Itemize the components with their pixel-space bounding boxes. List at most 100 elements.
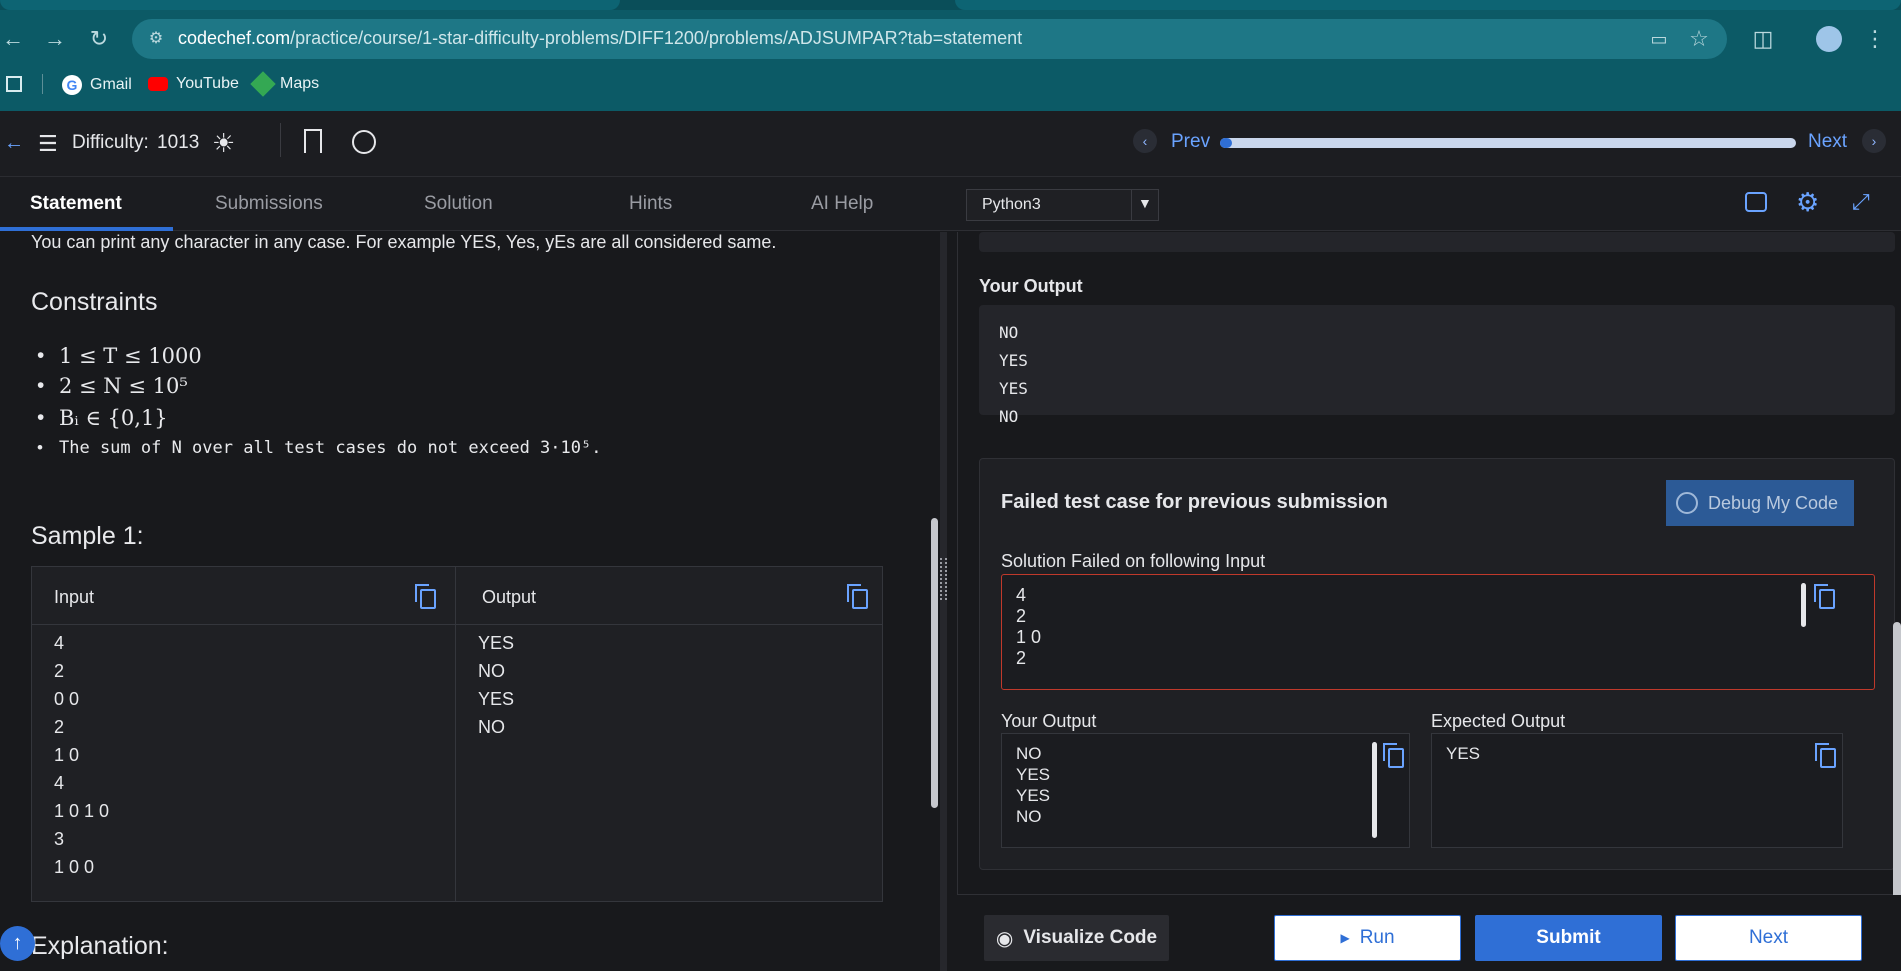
constraint-item: Bᵢ ∈ {0,1} bbox=[37, 406, 168, 430]
eye-icon: ◉ bbox=[995, 927, 1014, 950]
output-label: Output bbox=[482, 587, 537, 607]
copy-expected-icon[interactable] bbox=[1815, 743, 1836, 768]
submit-button[interactable]: Submit bbox=[1475, 915, 1662, 961]
prev-chevron-icon[interactable]: ‹ bbox=[1133, 129, 1157, 153]
active-tab-indicator bbox=[0, 227, 173, 231]
problem-statement-panel: You can print any character in any case.… bbox=[0, 232, 940, 971]
tab-statement[interactable]: Statement bbox=[30, 193, 122, 215]
visualize-code-button[interactable]: ◉ Visualize Code bbox=[984, 915, 1169, 961]
menu-icon[interactable]: ⋮ bbox=[1862, 26, 1888, 52]
theme-sun-icon[interactable]: ☀ bbox=[212, 128, 235, 159]
explanation-heading: Explanation: bbox=[31, 932, 169, 960]
expected-output-text: YES bbox=[1446, 744, 1480, 765]
divider bbox=[42, 74, 43, 94]
failed-case-title: Failed test case for previous submission bbox=[1001, 491, 1388, 513]
splitter-handle-icon[interactable] bbox=[940, 558, 947, 600]
back-arrow-icon[interactable]: ← bbox=[4, 132, 24, 155]
input-line: 2 bbox=[54, 717, 65, 737]
input-line: 4 bbox=[54, 633, 65, 653]
copy-output-icon[interactable] bbox=[847, 584, 868, 609]
extensions-icon[interactable]: ◫ bbox=[1750, 26, 1776, 52]
output-column: Output YES NO YES NO bbox=[456, 567, 884, 901]
debug-my-code-button[interactable]: Debug My Code bbox=[1666, 480, 1854, 526]
output-scrollbar[interactable] bbox=[1372, 742, 1377, 838]
divider bbox=[280, 123, 281, 157]
left-scrollbar[interactable] bbox=[931, 518, 938, 808]
next-problem-button[interactable]: Next bbox=[1808, 131, 1847, 153]
right-scrollbar[interactable] bbox=[1893, 622, 1901, 900]
fullscreen-icon[interactable]: ⤢ bbox=[1852, 189, 1870, 215]
language-select[interactable]: Python3 ▼ bbox=[966, 189, 1159, 221]
difficulty-label: Difficulty: bbox=[72, 132, 149, 153]
bookmark-gmail[interactable]: G Gmail bbox=[62, 75, 132, 95]
apps-icon[interactable] bbox=[6, 76, 22, 92]
copy-failed-input-icon[interactable] bbox=[1814, 584, 1835, 609]
copy-input-icon[interactable] bbox=[415, 584, 436, 609]
input-line: 4 bbox=[54, 773, 65, 793]
constraint-item: 2 ≤ N ≤ 10⁵ bbox=[37, 374, 188, 398]
next-button[interactable]: Next bbox=[1675, 915, 1862, 961]
failed-input-text: 421 02 bbox=[1016, 585, 1041, 669]
site-info-icon[interactable]: ⚙ bbox=[143, 26, 169, 52]
timer-icon[interactable] bbox=[352, 130, 376, 154]
maps-icon bbox=[250, 71, 276, 97]
star-icon[interactable]: ☆ bbox=[1686, 26, 1712, 52]
back-icon[interactable]: ← bbox=[0, 26, 26, 52]
tab-ai-help[interactable]: AI Help bbox=[811, 193, 873, 215]
failed-input-label: Solution Failed on following Input bbox=[1001, 551, 1266, 571]
your-output-box: NO YES YES NO bbox=[979, 305, 1895, 426]
problem-toolbar: ← ☰ Difficulty: 1013 ☀ ‹ Prev Next › bbox=[0, 111, 1901, 177]
google-icon: G bbox=[62, 75, 82, 95]
input-line: 1 0 bbox=[1016, 627, 1042, 647]
tab-solution[interactable]: Solution bbox=[424, 193, 493, 215]
prev-button[interactable]: Prev bbox=[1171, 131, 1210, 153]
scroll-top-icon[interactable]: ↑ bbox=[0, 926, 35, 961]
bookmark-icon[interactable] bbox=[304, 129, 322, 153]
browser-tab-2[interactable] bbox=[955, 0, 1901, 10]
cast-blocked-icon[interactable]: ▭ bbox=[1646, 26, 1672, 52]
next-chevron-icon[interactable]: › bbox=[1862, 129, 1886, 153]
copy-your-output-icon[interactable] bbox=[1383, 743, 1404, 768]
run-results-panel: Your Output NO YES YES NO Failed test case … bbox=[947, 232, 1901, 971]
input-line: 2 bbox=[1016, 648, 1027, 668]
forward-icon[interactable]: → bbox=[42, 26, 68, 52]
chevron-down-icon: ▼ bbox=[1138, 195, 1152, 211]
reset-code-icon[interactable] bbox=[1745, 192, 1767, 212]
difficulty-value: 1013 bbox=[157, 132, 200, 153]
sample-table: Input 4 2 0 0 2 1 0 4 1 0 1 0 3 1 0 0 Output YES… bbox=[31, 566, 883, 902]
bug-icon bbox=[1676, 492, 1698, 514]
browser-tab[interactable] bbox=[0, 0, 620, 10]
progress-bar bbox=[1220, 138, 1796, 148]
run-button[interactable]: ▶ Run bbox=[1274, 915, 1461, 961]
sample-output: YES NO YES NO bbox=[478, 633, 514, 745]
input-label: Input bbox=[54, 587, 95, 607]
problem-list-icon[interactable]: ☰ bbox=[38, 131, 58, 157]
output-line: YES bbox=[1016, 765, 1051, 784]
output-line: NO bbox=[999, 407, 1019, 426]
reload-icon[interactable]: ↻ bbox=[86, 26, 112, 52]
bookmark-maps[interactable]: Maps bbox=[250, 71, 319, 97]
input-column: Input 4 2 0 0 2 1 0 4 1 0 1 0 3 1 0 0 bbox=[32, 567, 456, 901]
your-output-2-label: Your Output bbox=[1001, 711, 1097, 731]
tab-hints[interactable]: Hints bbox=[629, 193, 672, 215]
input-scrollbar[interactable] bbox=[1801, 583, 1806, 627]
output-line: NO bbox=[478, 661, 505, 681]
settings-gear-icon[interactable]: ⚙ bbox=[1796, 187, 1819, 218]
pane-splitter[interactable] bbox=[940, 232, 947, 971]
url-text[interactable]: codechef.com/practice/course/1-star-diff… bbox=[178, 28, 1022, 49]
input-line: 1 0 1 0 bbox=[54, 801, 110, 821]
tab-submissions[interactable]: Submissions bbox=[215, 193, 323, 215]
input-line: 2 bbox=[54, 661, 65, 681]
input-line: 2 bbox=[1016, 606, 1027, 626]
divider bbox=[1131, 190, 1132, 220]
youtube-icon bbox=[148, 77, 168, 91]
your-output-2-box: NO YES YES NO bbox=[1001, 733, 1410, 848]
input-line: 0 0 bbox=[54, 689, 80, 709]
profile-avatar[interactable] bbox=[1816, 26, 1842, 52]
case-note: You can print any character in any case.… bbox=[31, 232, 777, 252]
progress-fill bbox=[1220, 138, 1232, 148]
constraint-item: The sum of N over all test cases do not … bbox=[37, 438, 601, 458]
bookmark-youtube[interactable]: YouTube bbox=[148, 75, 239, 93]
expected-output-label: Expected Output bbox=[1431, 711, 1566, 731]
output-line: NO bbox=[1016, 807, 1042, 826]
